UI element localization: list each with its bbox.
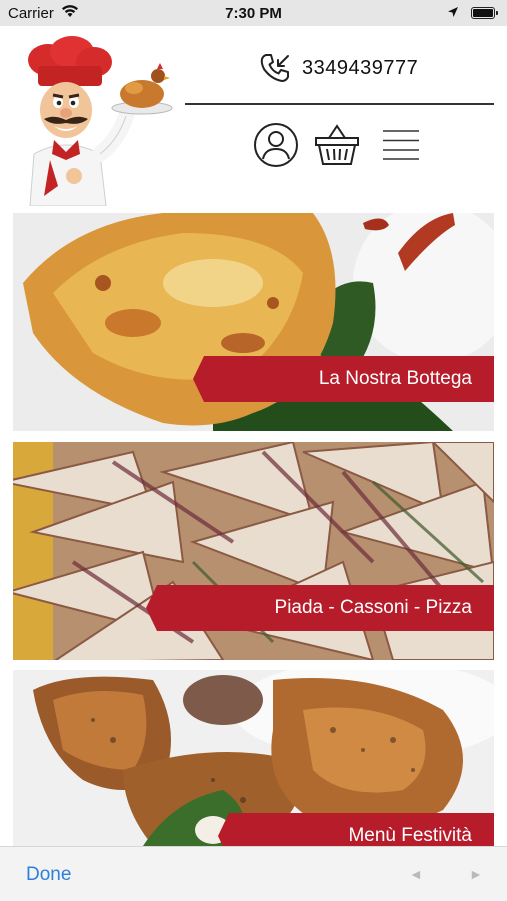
category-label[interactable]: La Nostra Bottega — [319, 368, 472, 390]
shopping-basket-icon[interactable] — [313, 122, 361, 168]
app-header: 3349439777 — [0, 26, 507, 210]
phone-callback-icon[interactable] — [258, 51, 292, 85]
category-label-ribbon[interactable]: Piada - Cassoni - Pizza — [146, 585, 494, 631]
category-card-bottega[interactable]: La Nostra Bottega — [13, 213, 494, 431]
status-time: 7:30 PM — [225, 5, 282, 22]
category-label-ribbon[interactable]: Menù Festività — [218, 813, 494, 846]
header-divider — [185, 103, 494, 105]
location-arrow-icon — [448, 7, 458, 17]
user-account-icon[interactable] — [253, 122, 299, 168]
header-actions — [253, 122, 421, 168]
category-card-festivita[interactable]: Menù Festività — [13, 670, 494, 846]
category-card-piada[interactable]: Piada - Cassoni - Pizza — [13, 442, 494, 660]
category-label-ribbon[interactable]: La Nostra Bottega — [193, 356, 494, 402]
status-bar: Carrier 7:30 PM — [0, 0, 507, 26]
phone-number[interactable]: 3349439777 — [302, 57, 418, 80]
menu-icon[interactable] — [381, 128, 421, 162]
back-arrow-icon[interactable]: ◄ — [409, 866, 423, 882]
category-label[interactable]: Piada - Cassoni - Pizza — [275, 597, 472, 619]
forward-arrow-icon[interactable]: ► — [469, 866, 483, 882]
category-label[interactable]: Menù Festività — [348, 825, 472, 846]
browser-toolbar: Done ◄ ► — [0, 846, 507, 901]
phone-contact[interactable]: 3349439777 — [258, 50, 418, 86]
done-button[interactable]: Done — [26, 864, 71, 886]
battery-icon — [471, 7, 498, 19]
chef-logo[interactable] — [14, 36, 176, 206]
